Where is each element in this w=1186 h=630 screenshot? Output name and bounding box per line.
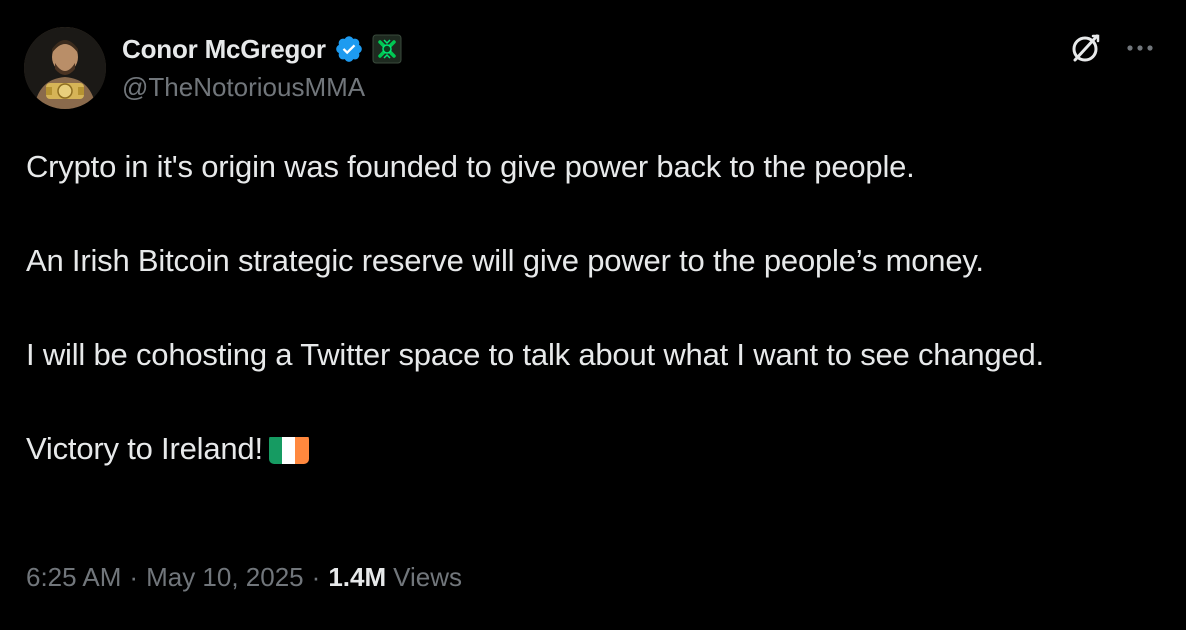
meta-separator: ·: [129, 562, 139, 592]
avatar[interactable]: [24, 27, 106, 109]
more-options-icon[interactable]: [1122, 30, 1158, 66]
author-display-name[interactable]: Conor McGregor: [122, 34, 326, 65]
tweet-time[interactable]: 6:25 AM: [26, 562, 121, 593]
views-label[interactable]: Views: [393, 562, 462, 593]
views-count[interactable]: 1.4M: [328, 562, 386, 593]
tweet-date[interactable]: May 10, 2025: [146, 562, 304, 593]
author-name-row: Conor McGregor: [122, 32, 402, 66]
tweet-paragraph: An Irish Bitcoin strategic reserve will …: [26, 243, 984, 278]
tweet-paragraph-last: Victory to Ireland!: [26, 426, 1146, 472]
ireland-flag-icon: [268, 434, 309, 464]
grok-icon[interactable]: [1068, 30, 1104, 66]
tweet-paragraph: Crypto in it's origin was founded to giv…: [26, 149, 915, 184]
tweet-paragraph: I will be cohosting a Twitter space to t…: [26, 337, 1044, 372]
author-handle[interactable]: @TheNotoriousMMA: [122, 72, 365, 103]
tweet-paragraph: Victory to Ireland!: [26, 431, 263, 466]
verified-badge-icon[interactable]: [334, 34, 364, 64]
tweet-text: Crypto in it's origin was founded to giv…: [26, 144, 1146, 472]
affiliate-badge-icon[interactable]: [372, 34, 402, 64]
meta-separator: ·: [311, 562, 321, 592]
tweet-card: Conor McGregor @TheNotoriousMMA Crypto i…: [0, 0, 1186, 630]
tweet-meta: 6:25 AM · May 10, 2025 · 1.4M Views: [26, 562, 462, 593]
